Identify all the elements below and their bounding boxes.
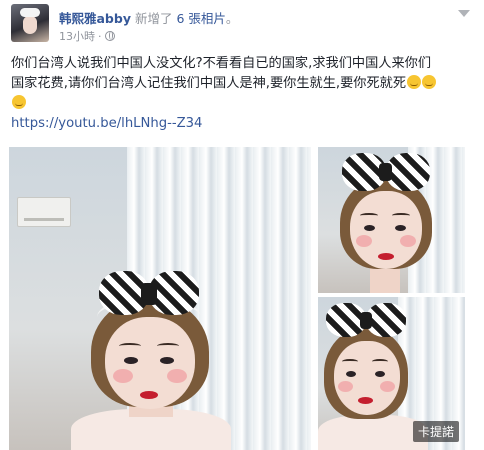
avatar-bow bbox=[20, 8, 40, 17]
lips bbox=[378, 253, 394, 260]
chevron-down-icon[interactable] bbox=[458, 10, 470, 17]
photo-top-right[interactable] bbox=[318, 147, 465, 293]
post-meta: 13小時 · bbox=[59, 28, 115, 44]
left-brow bbox=[119, 343, 141, 349]
smirk-emoji-icon bbox=[12, 95, 26, 109]
right-eye bbox=[375, 371, 385, 377]
author-name-link[interactable]: 韩熙雅abby bbox=[59, 11, 131, 26]
facebook-post: 韩熙雅abby 新增了 6 張相片。 13小時 · 你们台湾人说我们中国人没文化… bbox=[0, 0, 484, 450]
left-cheek bbox=[356, 235, 372, 247]
left-eye bbox=[364, 225, 375, 231]
youtube-link[interactable]: https://youtu.be/lhLNhg--Z34 bbox=[11, 116, 202, 131]
bow-center bbox=[360, 312, 372, 329]
right-cheek bbox=[167, 369, 187, 383]
bow-right-loop bbox=[386, 153, 430, 191]
left-brow bbox=[360, 213, 378, 218]
lips bbox=[140, 391, 158, 399]
right-cheek bbox=[380, 381, 395, 392]
post-timestamp[interactable]: 13小時 bbox=[59, 28, 95, 44]
action-suffix: 。 bbox=[225, 11, 239, 26]
photo-main[interactable] bbox=[9, 147, 311, 450]
photo-word-link[interactable]: 張相片 bbox=[188, 11, 226, 26]
right-brow bbox=[157, 343, 179, 349]
post-action-text: 新增了 6 張相片。 bbox=[135, 11, 238, 26]
smirk-emoji-icon bbox=[407, 75, 422, 89]
globe-icon[interactable] bbox=[104, 31, 115, 41]
smirk-emoji-icon bbox=[422, 75, 437, 89]
post-header-line: 韩熙雅abby 新增了 6 張相片。 bbox=[59, 8, 238, 27]
photo-count[interactable]: 6 bbox=[176, 11, 184, 26]
left-brow bbox=[342, 359, 358, 364]
bow-center bbox=[379, 163, 392, 181]
photo-bottom-right[interactable]: 卡提諾 bbox=[318, 297, 465, 450]
left-cheek bbox=[113, 369, 133, 383]
right-cheek bbox=[400, 235, 416, 247]
right-brow bbox=[392, 213, 410, 218]
meta-separator: · bbox=[98, 29, 102, 43]
post-text-line-1-content: 你们台湾人说我们中国人没文化?不看看自已的国家,求我们中国人来你们 bbox=[11, 56, 432, 71]
left-eye bbox=[124, 357, 138, 364]
shirt bbox=[318, 415, 428, 450]
right-eye bbox=[395, 225, 406, 231]
post-text-line-2-content: 国家花费,请你们台湾人记住我们中国人是神,要你生就生,要你死就死 bbox=[11, 76, 407, 91]
neck bbox=[370, 267, 400, 293]
right-eye bbox=[160, 357, 174, 364]
post-text-line-1: 你们台湾人说我们中国人没文化?不看看自已的国家,求我们中国人来你们 bbox=[11, 54, 475, 74]
post-body-text: 你们台湾人说我们中国人没文化?不看看自已的国家,求我们中国人来你们 国家花费,请… bbox=[11, 54, 475, 114]
right-brow bbox=[372, 359, 388, 364]
bow-right-loop bbox=[366, 303, 406, 337]
avatar-face bbox=[23, 16, 37, 34]
action-prefix: 新增了 bbox=[134, 11, 173, 26]
lips bbox=[358, 397, 373, 404]
left-cheek bbox=[338, 381, 353, 392]
air-conditioner bbox=[17, 197, 71, 227]
author-avatar[interactable] bbox=[11, 4, 49, 42]
left-eye bbox=[346, 371, 356, 377]
photo-overlay-label: 卡提諾 bbox=[412, 421, 459, 442]
post-text-line-3 bbox=[11, 94, 475, 114]
post-text-line-2: 国家花费,请你们台湾人记住我们中国人是神,要你生就生,要你死就死 bbox=[11, 74, 475, 94]
bow-center bbox=[141, 283, 157, 305]
